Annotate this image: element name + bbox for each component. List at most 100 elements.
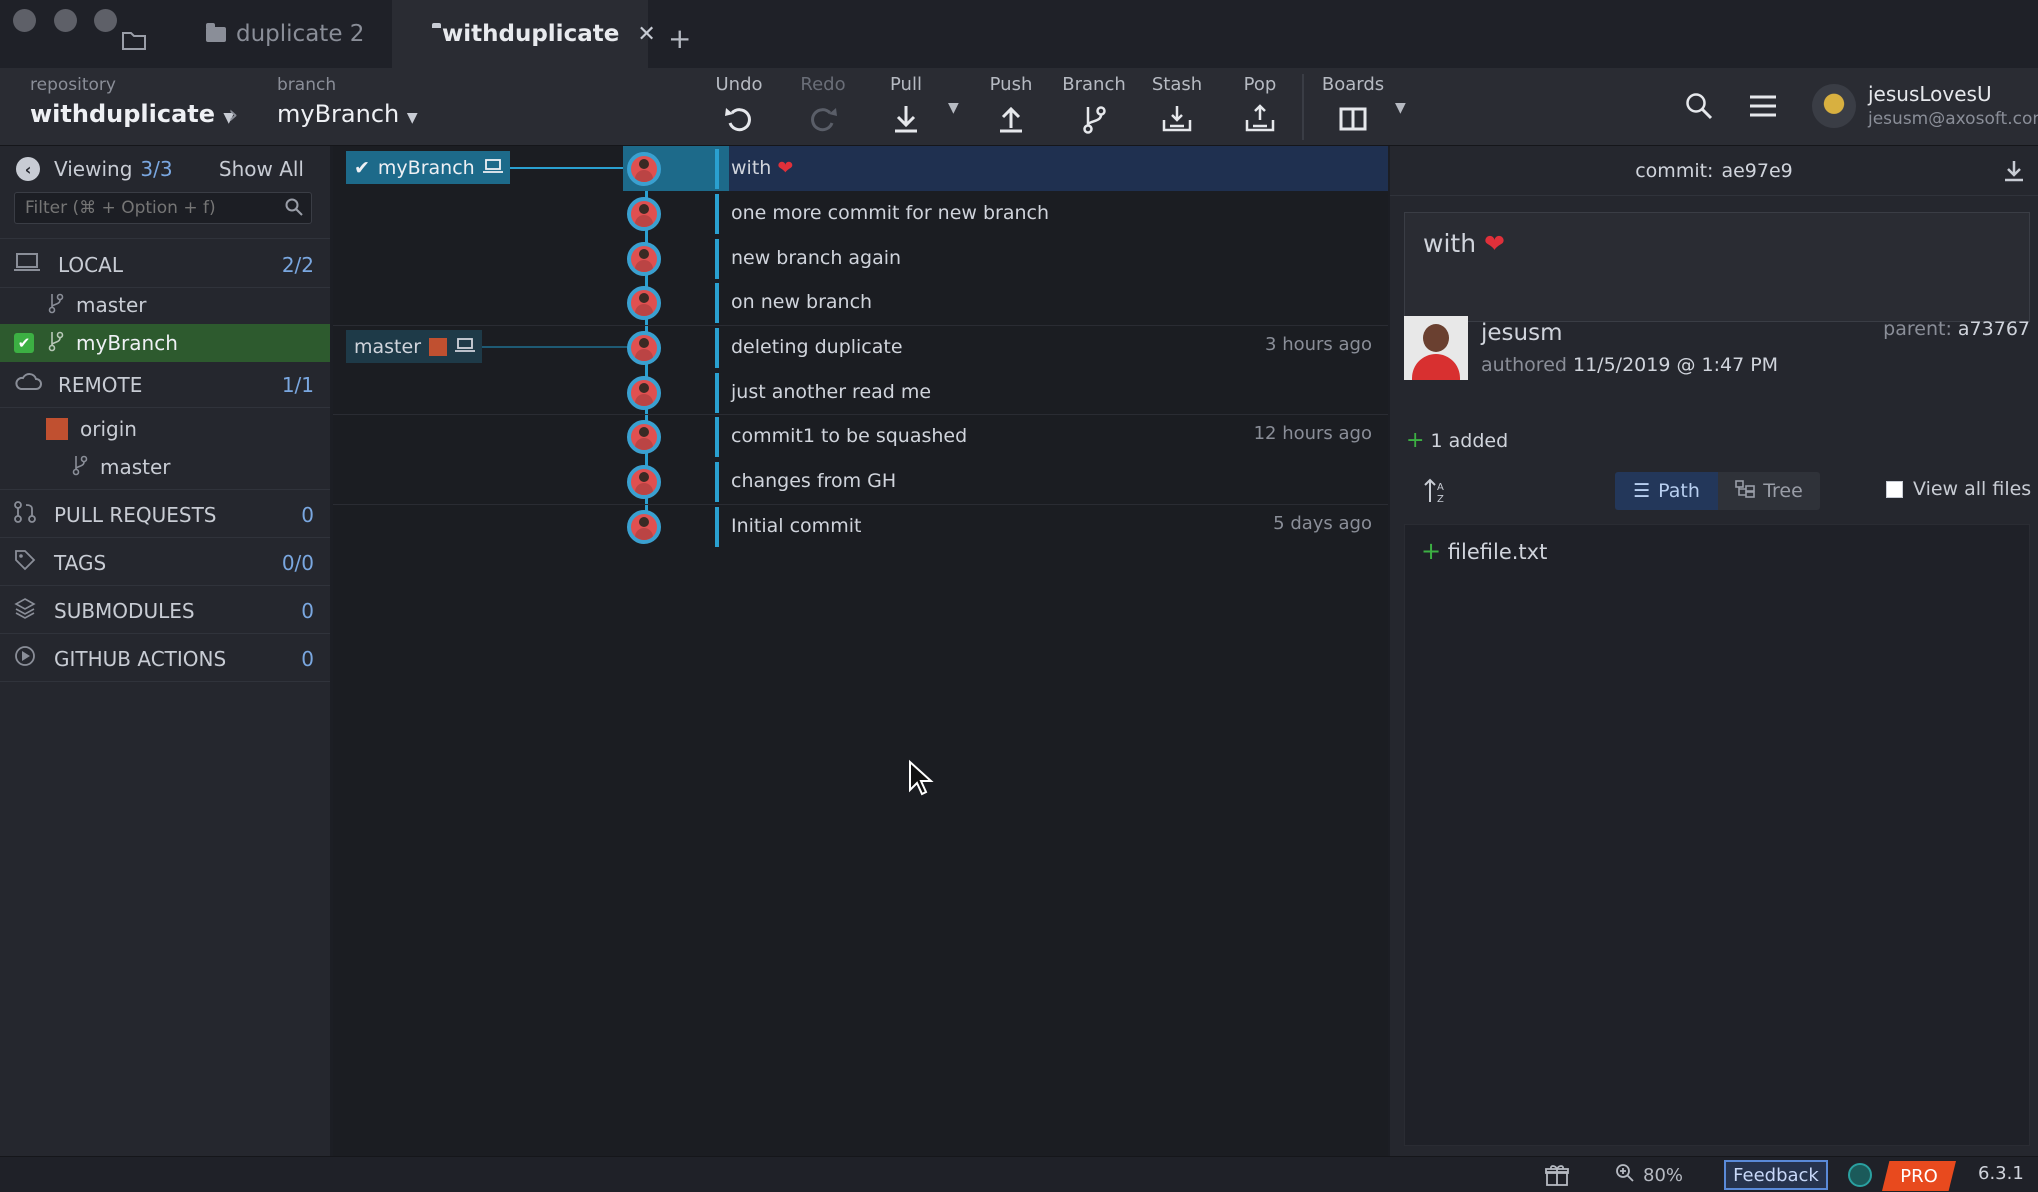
zoom-control[interactable]: 80% (1615, 1163, 1683, 1188)
zoom-icon (1615, 1163, 1635, 1188)
commit-message: deleting duplicate (731, 336, 903, 358)
remote-branch-master[interactable]: master (0, 448, 330, 486)
commit-message: commit1 to be squashed (731, 425, 968, 447)
branch-selector[interactable]: myBranch ▼ (277, 100, 418, 128)
submodules-section[interactable]: SUBMODULES 0 (0, 588, 330, 634)
file-item[interactable]: + filefile.txt (1421, 537, 1547, 565)
user-avatar[interactable] (1812, 84, 1856, 128)
search-icon[interactable] (1685, 92, 1713, 125)
redo-button[interactable]: Redo (783, 74, 863, 134)
commit-message: just another read me (731, 381, 932, 403)
commit-message: one more commit for new branch (731, 202, 1050, 224)
redo-icon (811, 108, 837, 132)
tree-view-toggle[interactable]: Tree (1718, 472, 1820, 510)
close-window-button[interactable] (13, 9, 36, 32)
added-summary: + 1 added (1406, 428, 1509, 453)
filter-input-wrapper[interactable] (14, 192, 312, 224)
local-branch-mybranch[interactable]: ✔ myBranch (0, 324, 330, 362)
pop-button[interactable]: Pop (1220, 74, 1300, 134)
commit-row[interactable]: new branch again (333, 236, 1388, 281)
path-view-toggle[interactable]: ☰ Path (1615, 472, 1718, 510)
minimize-window-button[interactable] (54, 9, 77, 32)
local-section-header[interactable]: LOCAL 2/2 (0, 242, 330, 288)
sort-icon[interactable]: AZ (1424, 478, 1450, 509)
branch-icon (48, 293, 64, 318)
commit-row[interactable]: on new branch (333, 280, 1388, 325)
filter-input[interactable] (15, 193, 275, 223)
commit-row[interactable]: commit1 to be squashed 12 hours ago (333, 414, 1388, 459)
commit-sha[interactable]: ae97e9 (1721, 160, 1792, 182)
remote-count: 1/1 (281, 372, 314, 397)
feedback-button[interactable]: Feedback (1724, 1160, 1828, 1190)
checkbox[interactable] (1886, 480, 1903, 498)
commit-author-avatar (627, 197, 661, 231)
commit-row[interactable]: Initial commit 5 days ago (333, 504, 1388, 549)
show-all-button[interactable]: Show All (219, 157, 304, 181)
collapse-panel-icon[interactable]: ‹ (16, 157, 40, 181)
tab-withduplicate[interactable]: withduplicate ✕ (392, 0, 656, 68)
pull-options-chevron-icon[interactable]: ▼ (948, 100, 959, 116)
view-all-files-checkbox[interactable]: View all files (1886, 478, 2031, 500)
remote-avatar (429, 337, 448, 356)
boards-button[interactable]: Boards (1313, 74, 1393, 134)
parent-line: parent: a73767 (1883, 318, 2030, 340)
pro-badge[interactable]: PRO (1882, 1161, 1956, 1191)
pop-icon (1245, 104, 1275, 132)
gift-icon[interactable] (1545, 1164, 1569, 1191)
push-button[interactable]: Push (971, 74, 1051, 134)
chevron-down-icon: ▼ (406, 110, 418, 126)
open-repo-icon[interactable] (122, 30, 146, 55)
heart-icon: ❤ (1484, 229, 1505, 258)
author-name: jesusm (1481, 320, 1563, 346)
parent-sha[interactable]: a73767 (1958, 318, 2030, 340)
commit-message: on new branch (731, 291, 873, 313)
commit-row[interactable]: one more commit for new branch (333, 191, 1388, 236)
branch-tag-master[interactable]: master (346, 330, 482, 363)
status-bar: 80% Feedback PRO 6.3.1 (0, 1156, 2038, 1192)
download-icon[interactable] (2004, 160, 2024, 187)
commit-author-avatar (627, 376, 661, 410)
tab-duplicate-2[interactable]: duplicate 2 (180, 0, 390, 68)
branch-label: branch (277, 75, 337, 95)
commit-row[interactable]: changes from GH (333, 459, 1388, 504)
version-label: 6.3.1 (1978, 1163, 2024, 1184)
remote-avatar (46, 418, 68, 440)
branch-button[interactable]: Branch (1054, 74, 1134, 134)
boards-chevron-icon[interactable]: ▼ (1395, 100, 1406, 116)
pull-requests-section[interactable]: PULL REQUESTS 0 (0, 492, 330, 538)
user-email: jesusm@axosoft.com (1868, 109, 2038, 129)
user-name: jesusLovesU (1868, 82, 1992, 106)
commit-message-box[interactable]: with ❤ (1404, 212, 2030, 322)
commit-row[interactable]: ✔ myBranch with ❤ (333, 146, 1388, 191)
commit-author-avatar (627, 331, 661, 365)
close-tab-icon[interactable]: ✕ (637, 22, 655, 47)
local-count: 2/2 (281, 252, 314, 277)
boards-icon (1339, 107, 1367, 131)
stash-button[interactable]: Stash (1137, 74, 1217, 134)
branch-connector (510, 167, 630, 169)
commit-author-avatar (627, 465, 661, 499)
commit-message: with ❤ (731, 157, 794, 179)
repository-selector[interactable]: withduplicate ▼ (30, 100, 234, 128)
commit-time: 5 days ago (1273, 513, 1372, 534)
new-tab-button[interactable]: + (668, 22, 691, 55)
tags-section[interactable]: TAGS 0/0 (0, 540, 330, 586)
chevron-right-icon: › (228, 100, 239, 130)
menu-icon[interactable] (1750, 95, 1776, 122)
undo-button[interactable]: Undo (699, 74, 779, 134)
tag-icon (14, 549, 36, 576)
zoom-window-button[interactable] (94, 9, 117, 32)
list-icon: ☰ (1633, 480, 1651, 502)
local-branch-master[interactable]: master (0, 286, 330, 324)
remote-origin[interactable]: origin (0, 410, 330, 448)
github-actions-section[interactable]: GITHUB ACTIONS 0 (0, 636, 330, 682)
branch-tag-mybranch[interactable]: ✔ myBranch (346, 151, 510, 184)
pull-button[interactable]: Pull (866, 74, 946, 134)
gitkraken-logo-icon (1848, 1163, 1872, 1187)
commit-row[interactable]: just another read me (333, 370, 1388, 415)
branch-icon (1083, 106, 1106, 134)
viewing-row: ‹ Viewing 3/3 Show All (0, 146, 330, 192)
laptop-icon (482, 157, 503, 179)
commit-row[interactable]: master deleting duplicate 3 hours ago (333, 325, 1388, 370)
remote-section-header[interactable]: REMOTE 1/1 (0, 362, 330, 408)
